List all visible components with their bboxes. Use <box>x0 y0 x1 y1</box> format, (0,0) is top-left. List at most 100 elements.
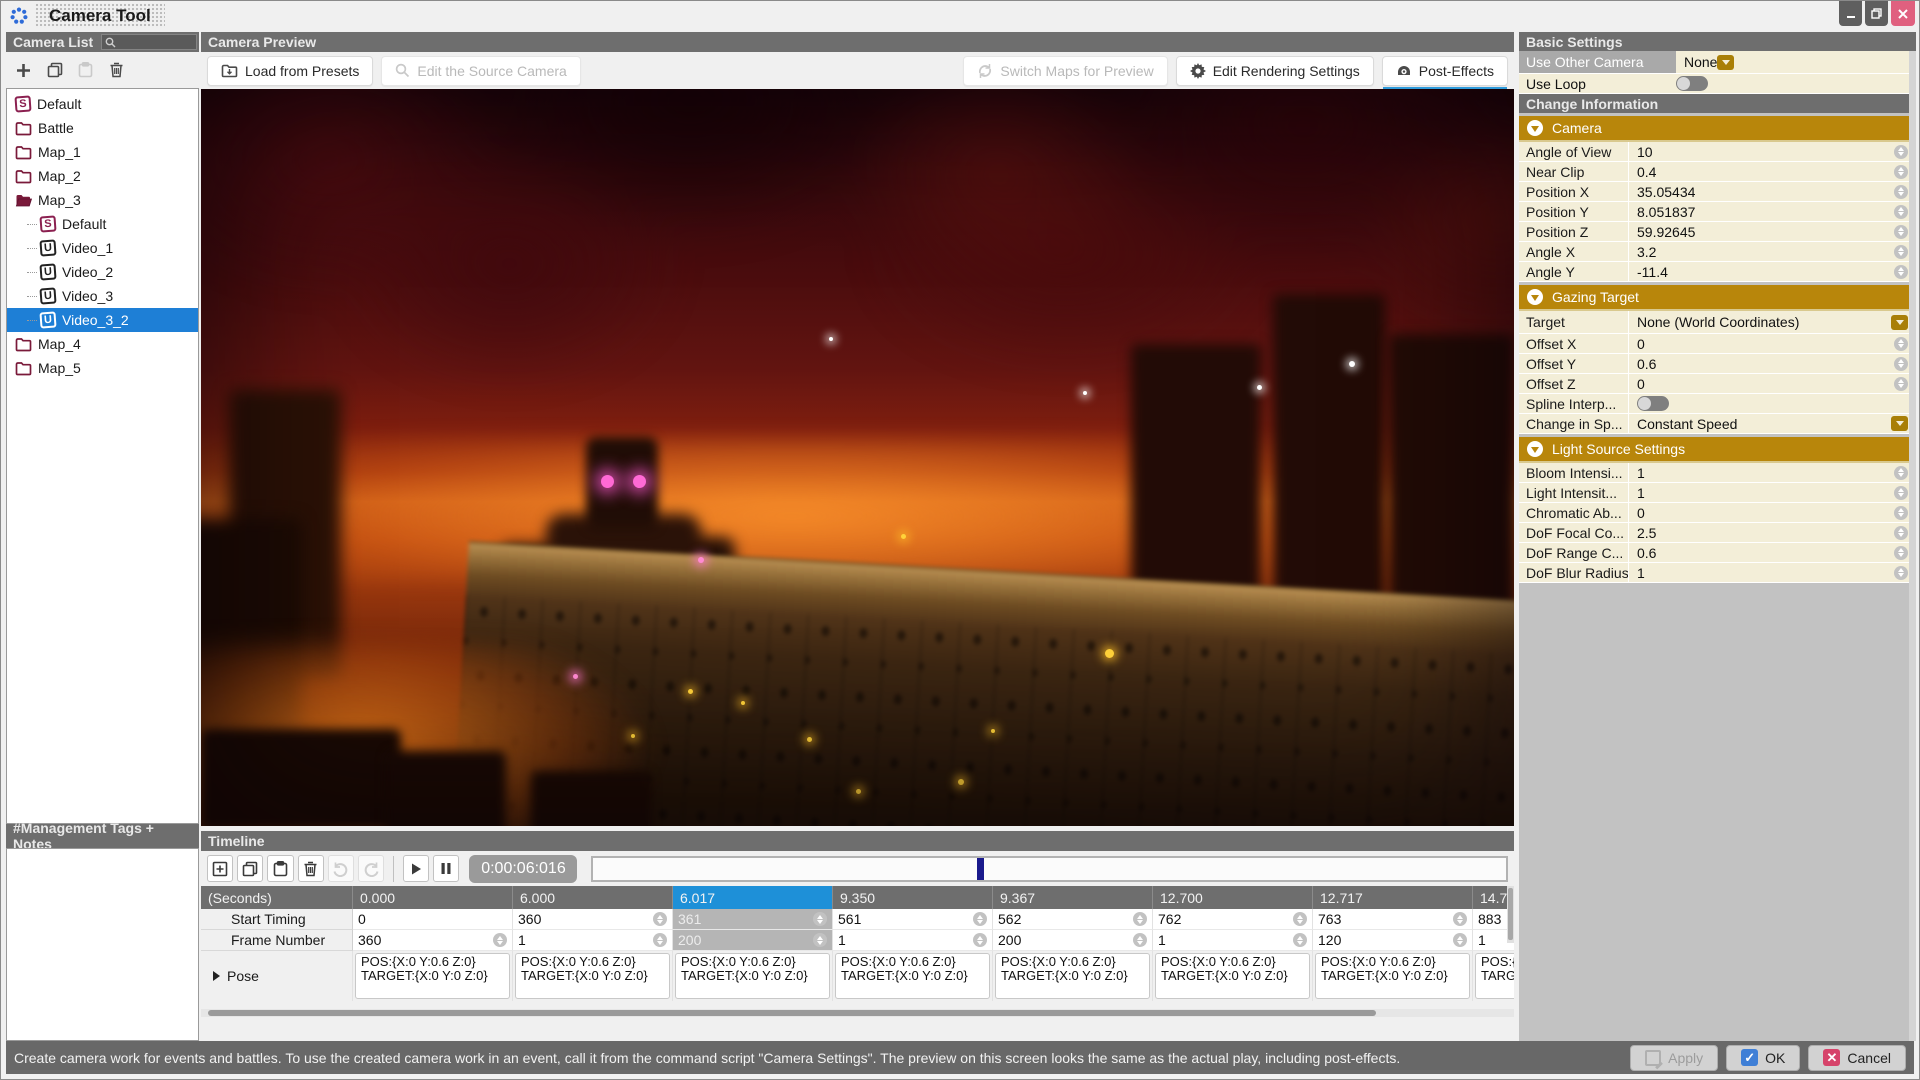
frame-number-cell[interactable]: 1 <box>1153 930 1313 951</box>
pose-cell[interactable]: POS:{X:0 Y:0.6 Z:0} TARGET:{X:0 Y:0 Z:0} <box>833 951 993 1001</box>
pose-cell[interactable]: POS:{X:0 Y:0.6 Z:0} TARGET:{X:0 Y:0 Z:0} <box>993 951 1153 1001</box>
start-timing-cell[interactable]: 762 <box>1153 909 1313 930</box>
dropdown-icon[interactable] <box>1717 54 1735 70</box>
stepper-icon[interactable] <box>1894 144 1908 159</box>
start-timing-cell-selected[interactable]: 361 <box>673 909 833 930</box>
stepper-icon[interactable] <box>493 933 507 947</box>
stepper-icon[interactable] <box>1894 485 1908 500</box>
start-timing-cell[interactable]: 561 <box>833 909 993 930</box>
timeline-vertical-scrollbar[interactable] <box>1507 886 1514 943</box>
frame-number-cell[interactable]: 120 <box>1313 930 1473 951</box>
column-header[interactable]: 6.000 <box>513 886 673 909</box>
angle-y-field[interactable]: -11.4 <box>1629 262 1916 281</box>
column-header[interactable]: 9.350 <box>833 886 993 909</box>
frame-number-cell[interactable]: 1 <box>513 930 673 951</box>
timeline-horizontal-scrollbar[interactable] <box>201 1009 1514 1017</box>
preview-viewport[interactable] <box>201 89 1514 826</box>
column-header[interactable]: 12.717 <box>1313 886 1473 909</box>
tree-item-video3[interactable]: U Video_3 <box>7 284 198 308</box>
pose-label[interactable]: Pose <box>201 951 353 1001</box>
load-from-presets-button[interactable]: Load from Presets <box>207 55 374 86</box>
dof-range-field[interactable]: 0.6 <box>1629 543 1916 562</box>
stepper-icon[interactable] <box>1894 204 1908 219</box>
stepper-icon[interactable] <box>813 933 827 947</box>
playhead[interactable] <box>977 857 985 880</box>
stepper-icon[interactable] <box>813 912 827 926</box>
close-button[interactable] <box>1891 1 1915 26</box>
notes-area[interactable] <box>6 848 199 1041</box>
column-header[interactable]: 12.700 <box>1153 886 1313 909</box>
tree-item-default[interactable]: S Default <box>7 92 198 116</box>
stepper-icon[interactable] <box>1453 912 1467 926</box>
pose-cell[interactable]: POS:{X:0 Y:0.6 Z:0} TARGET:{X:0 Y:0 Z:0} <box>513 951 673 1001</box>
stepper-icon[interactable] <box>1293 933 1307 947</box>
tree-item-map2[interactable]: Map_2 <box>7 164 198 188</box>
start-timing-cell[interactable]: 562 <box>993 909 1153 930</box>
pose-cell-selected[interactable]: POS:{X:0 Y:0.6 Z:0} TARGET:{X:0 Y:0 Z:0} <box>673 951 833 1001</box>
angle-of-view-field[interactable]: 10 <box>1629 142 1916 161</box>
tree-item-battle[interactable]: Battle <box>7 116 198 140</box>
tree-item-map4[interactable]: Map_4 <box>7 332 198 356</box>
edit-source-camera-button[interactable]: Edit the Source Camera <box>381 55 581 86</box>
dof-blur-radius-field[interactable]: 1 <box>1629 563 1916 582</box>
stepper-icon[interactable] <box>1894 505 1908 520</box>
offset-y-field[interactable]: 0.6 <box>1629 354 1916 373</box>
switch-maps-button[interactable]: Switch Maps for Preview <box>963 55 1168 86</box>
duplicate-camera-button[interactable] <box>41 57 68 84</box>
pause-button[interactable] <box>433 855 460 882</box>
target-field[interactable]: None (World Coordinates) <box>1629 311 1916 333</box>
copy-keyframe-button[interactable] <box>237 855 264 882</box>
stepper-icon[interactable] <box>1894 264 1908 279</box>
stepper-icon[interactable] <box>1293 912 1307 926</box>
light-intensity-field[interactable]: 1 <box>1629 483 1916 502</box>
cancel-button[interactable]: ✕ Cancel <box>1808 1044 1906 1071</box>
tree-item-map3[interactable]: Map_3 <box>7 188 198 212</box>
stepper-icon[interactable] <box>1894 545 1908 560</box>
stepper-icon[interactable] <box>1894 244 1908 259</box>
delete-keyframe-button[interactable] <box>297 855 324 882</box>
frame-number-cell[interactable]: 200 <box>993 930 1153 951</box>
paste-camera-button[interactable] <box>72 57 99 84</box>
stepper-icon[interactable] <box>973 912 987 926</box>
offset-x-field[interactable]: 0 <box>1629 334 1916 353</box>
pose-cell[interactable]: POS:{X:0 Y:0.6 Z:0} TARGET:{X:0 Y:0 Z:0} <box>353 951 513 1001</box>
ok-button[interactable]: ✓ OK <box>1726 1044 1801 1071</box>
bloom-intensity-field[interactable]: 1 <box>1629 463 1916 482</box>
dof-focal-field[interactable]: 2.5 <box>1629 523 1916 542</box>
stepper-icon[interactable] <box>653 912 667 926</box>
column-header[interactable]: 0.000 <box>353 886 513 909</box>
spline-interpolation-toggle[interactable] <box>1637 396 1669 411</box>
stepper-icon[interactable] <box>1894 525 1908 540</box>
dropdown-icon[interactable] <box>1891 314 1908 330</box>
offset-z-field[interactable]: 0 <box>1629 374 1916 393</box>
edit-rendering-settings-button[interactable]: Edit Rendering Settings <box>1175 55 1374 86</box>
play-button[interactable] <box>403 855 430 882</box>
chromatic-aberration-field[interactable]: 0 <box>1629 503 1916 522</box>
pose-cell[interactable]: POS:{X:0 Y:0.6 Z:0} TARGET:{X:0 Y:0 Z:0} <box>1153 951 1313 1001</box>
tree-item-video1[interactable]: U Video_1 <box>7 236 198 260</box>
change-in-speed-field[interactable]: Constant Speed <box>1629 414 1916 433</box>
redo-button[interactable] <box>357 855 385 882</box>
stepper-icon[interactable] <box>1894 376 1908 391</box>
stepper-icon[interactable] <box>973 933 987 947</box>
add-camera-button[interactable] <box>10 57 37 84</box>
start-timing-cell[interactable]: 360 <box>513 909 673 930</box>
undo-button[interactable] <box>327 855 354 882</box>
stepper-icon[interactable] <box>1894 356 1908 371</box>
frame-number-cell-selected[interactable]: 200 <box>673 930 833 951</box>
stepper-icon[interactable] <box>1894 224 1908 239</box>
stepper-icon[interactable] <box>1894 184 1908 199</box>
near-clip-field[interactable]: 0.4 <box>1629 162 1916 181</box>
post-effects-button[interactable]: Post-Effects <box>1381 55 1508 90</box>
start-timing-cell[interactable]: 0 <box>353 909 513 930</box>
minimize-button[interactable] <box>1839 1 1862 26</box>
delete-camera-button[interactable] <box>103 57 130 84</box>
stepper-icon[interactable] <box>1894 465 1908 480</box>
start-timing-cell[interactable]: 763 <box>1313 909 1473 930</box>
column-header-selected[interactable]: 6.017 <box>673 886 833 909</box>
frame-number-cell[interactable]: 1 <box>833 930 993 951</box>
use-loop-toggle[interactable] <box>1676 76 1708 91</box>
tree-item-map1[interactable]: Map_1 <box>7 140 198 164</box>
pose-cell[interactable]: POS:{X:0 Y:0.6 Z:0} TARGET:{X:0 Y:0 Z:0} <box>1313 951 1473 1001</box>
expand-icon[interactable] <box>213 971 220 981</box>
